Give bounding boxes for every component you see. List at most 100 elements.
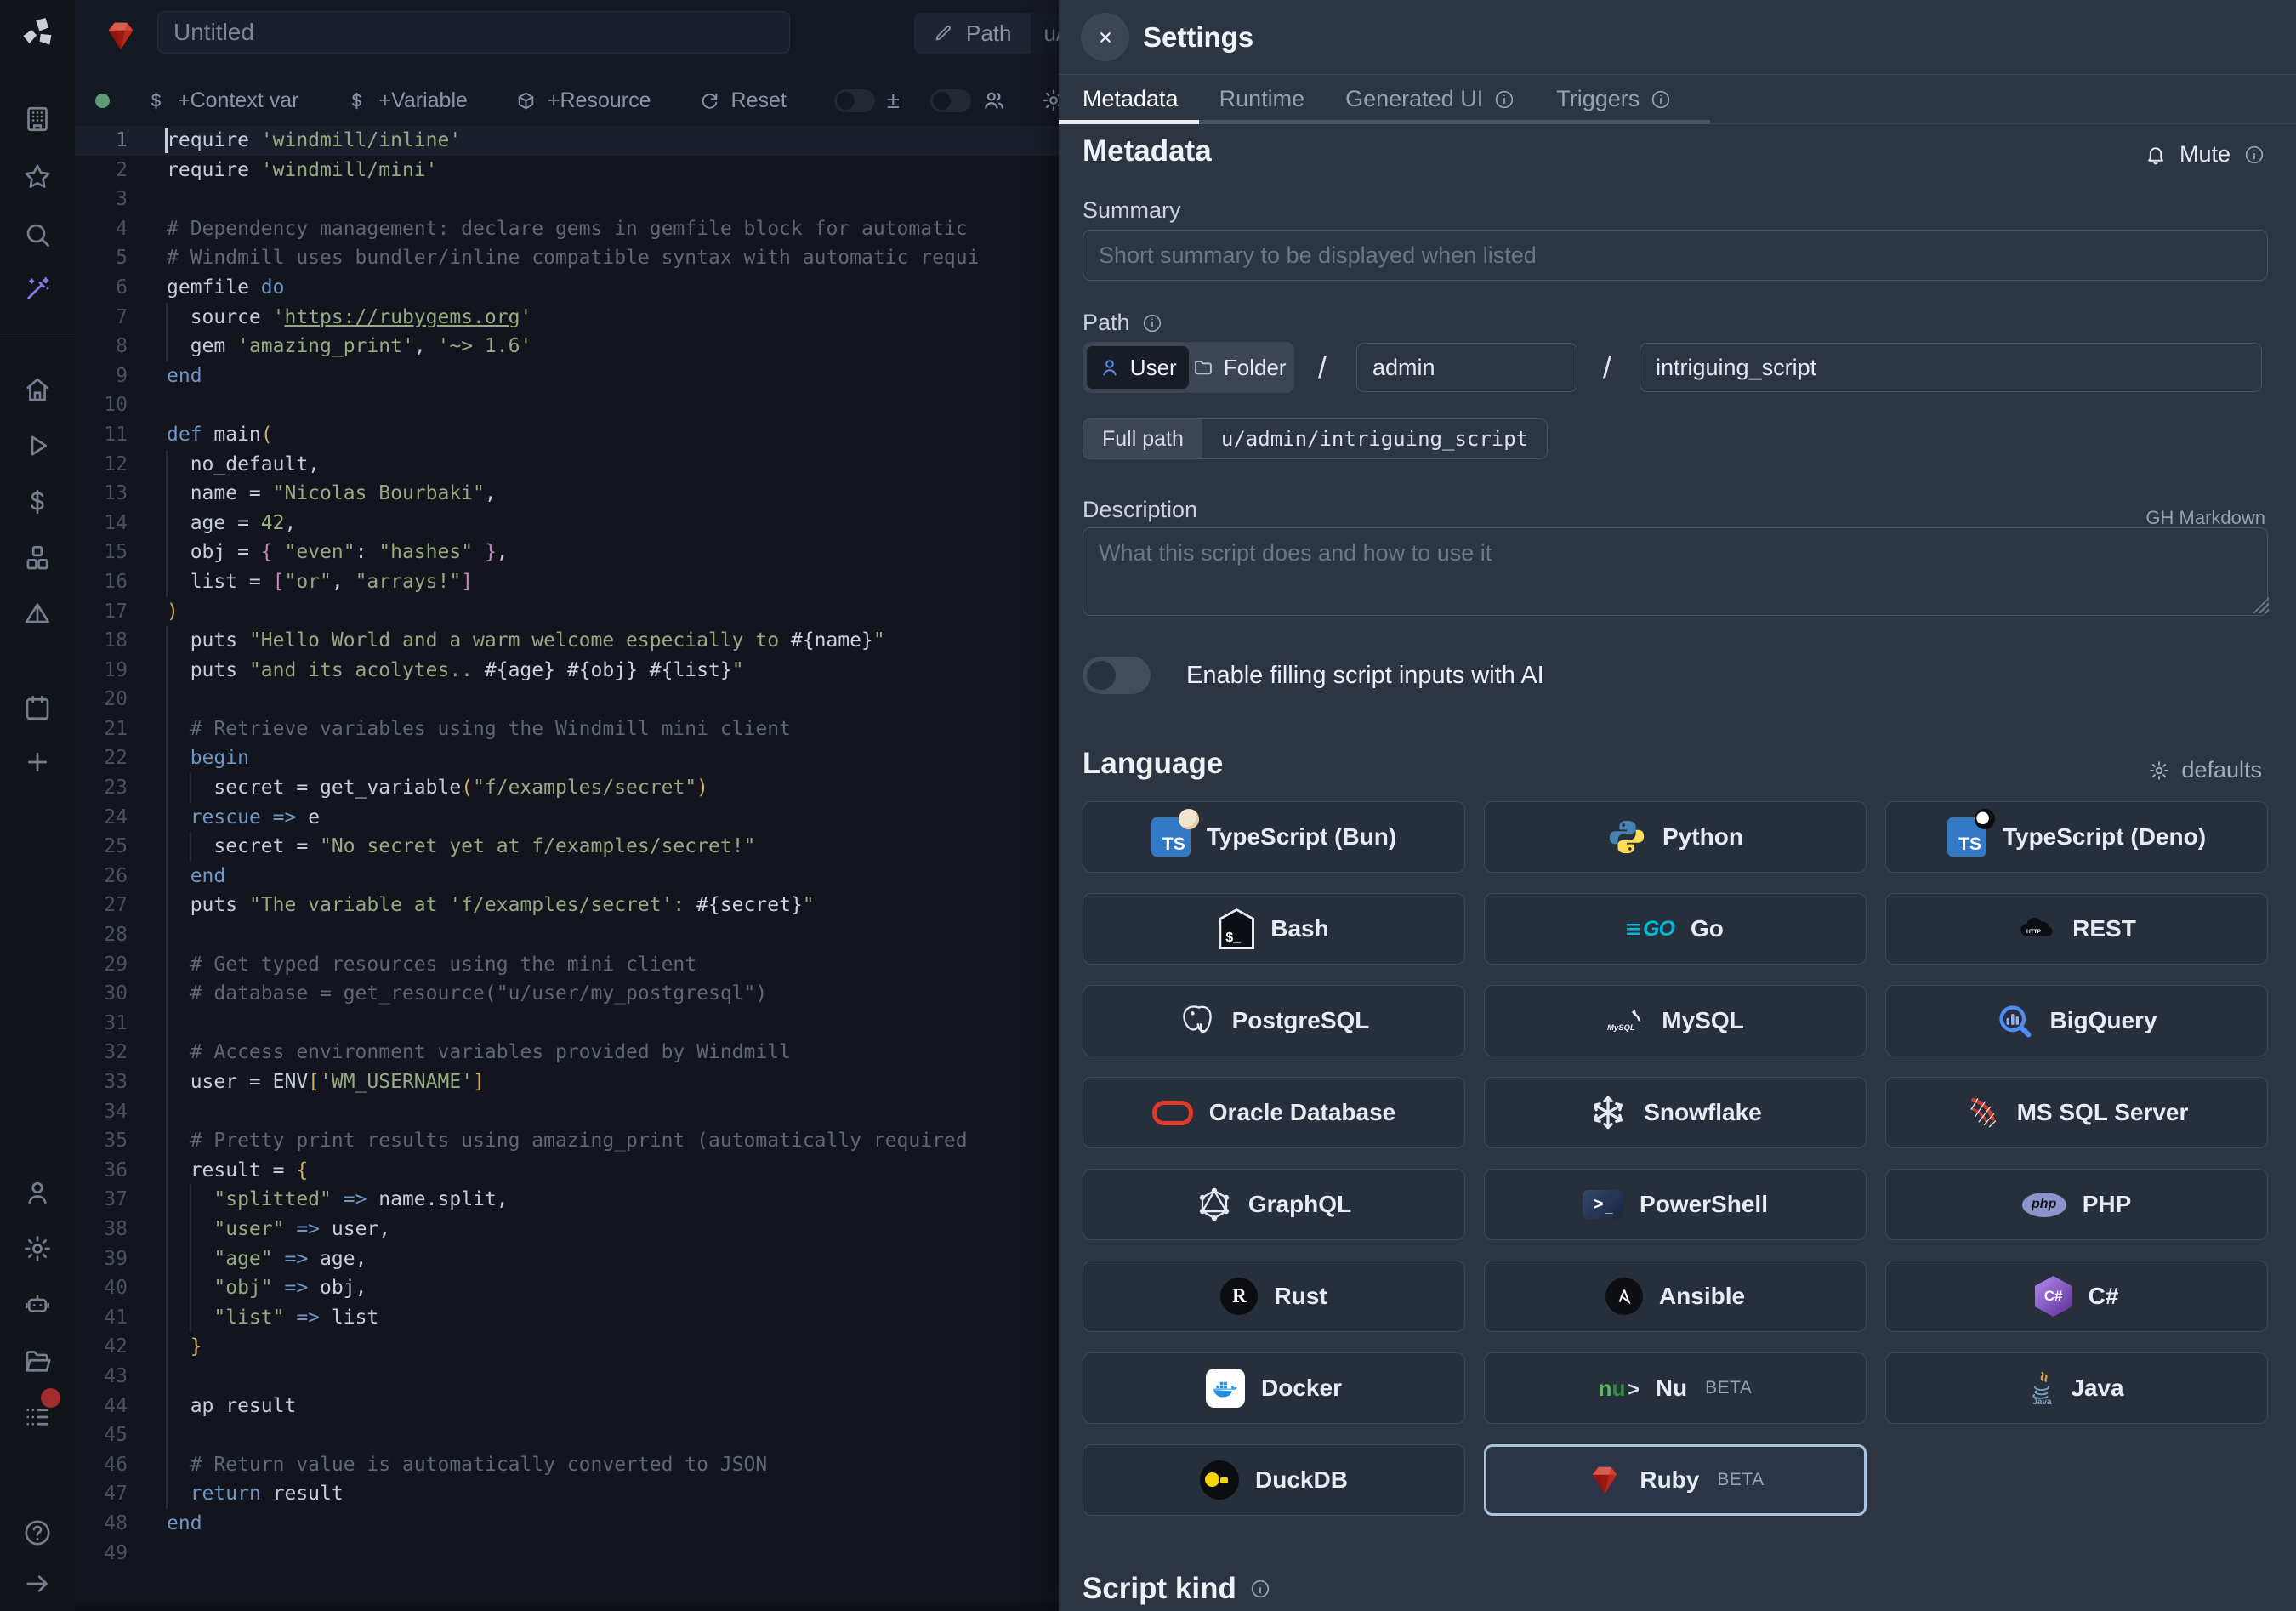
sidebar-item-star-icon[interactable] bbox=[22, 162, 53, 192]
language-card-bash[interactable]: $_Bash bbox=[1083, 893, 1465, 965]
toolbar-reset-button[interactable]: Reset bbox=[699, 88, 787, 113]
owner-kind-user[interactable]: User bbox=[1087, 346, 1189, 389]
code-line[interactable]: 19 puts "and its acolytes.. #{age} #{obj… bbox=[75, 656, 1059, 686]
code-line[interactable]: 18 puts "Hello World and a warm welcome … bbox=[75, 626, 1059, 656]
tab-triggers[interactable]: Triggers bbox=[1556, 86, 1672, 112]
gear-icon[interactable] bbox=[1041, 88, 1059, 113]
code-line[interactable]: 6gemfile do bbox=[75, 273, 1059, 303]
code-line[interactable]: 40 "obj" => obj, bbox=[75, 1273, 1059, 1303]
summary-input[interactable] bbox=[1083, 230, 2268, 281]
language-card-java[interactable]: JavaJava bbox=[1885, 1352, 2268, 1424]
code-line[interactable]: 37 "splitted" => name.split, bbox=[75, 1185, 1059, 1215]
code-line[interactable]: 4# Dependency management: declare gems i… bbox=[75, 214, 1059, 244]
code-line[interactable]: 5# Windmill uses bundler/inline compatib… bbox=[75, 243, 1059, 273]
sidebar-item-dollar-icon[interactable] bbox=[22, 487, 53, 517]
code-line[interactable]: 44 ap result bbox=[75, 1392, 1059, 1421]
code-line[interactable]: 8 gem 'amazing_print', '~> 1.6' bbox=[75, 332, 1059, 361]
mute-control[interactable]: Mute bbox=[2145, 141, 2265, 168]
code-line[interactable]: 41 "list" => list bbox=[75, 1303, 1059, 1333]
language-card-bigquery[interactable]: BigQuery bbox=[1885, 985, 2268, 1056]
path-owner-input[interactable] bbox=[1356, 343, 1577, 392]
tab-runtime[interactable]: Runtime bbox=[1219, 86, 1305, 112]
sidebar-item-folder-open-icon[interactable] bbox=[22, 1346, 53, 1376]
sidebar-item-arrow-right-icon[interactable] bbox=[22, 1568, 53, 1599]
sidebar-item-user-icon[interactable] bbox=[22, 1177, 53, 1208]
code-line[interactable]: 9end bbox=[75, 361, 1059, 391]
code-line[interactable]: 48end bbox=[75, 1509, 1059, 1539]
code-line[interactable]: 31 bbox=[75, 1009, 1059, 1039]
language-card-rust[interactable]: RRust bbox=[1083, 1261, 1465, 1332]
sidebar-item-play-icon[interactable] bbox=[22, 430, 53, 461]
code-line[interactable]: 10 bbox=[75, 390, 1059, 420]
language-card-docker[interactable]: Docker bbox=[1083, 1352, 1465, 1424]
code-editor[interactable]: 1require 'windmill/inline'2require 'wind… bbox=[75, 126, 1059, 1602]
code-line[interactable]: 15 obj = { "even": "hashes" }, bbox=[75, 538, 1059, 567]
code-line[interactable]: 46 # Return value is automatically conve… bbox=[75, 1450, 1059, 1480]
owner-kind-folder[interactable]: Folder bbox=[1189, 346, 1291, 389]
language-card-ms-sql-server[interactable]: MS SQL Server bbox=[1885, 1077, 2268, 1148]
code-line[interactable]: 24 rescue => e bbox=[75, 803, 1059, 833]
code-line[interactable]: 14 age = 42, bbox=[75, 509, 1059, 538]
close-icon[interactable] bbox=[1081, 13, 1129, 61]
code-line[interactable]: 23 secret = get_variable("f/examples/sec… bbox=[75, 773, 1059, 803]
language-card-ruby[interactable]: RubyBETA bbox=[1484, 1444, 1867, 1516]
code-line[interactable]: 39 "age" => age, bbox=[75, 1244, 1059, 1274]
tab-metadata[interactable]: Metadata bbox=[1083, 86, 1179, 112]
code-line[interactable]: 17) bbox=[75, 597, 1059, 627]
language-card-graphql[interactable]: GraphQL bbox=[1083, 1169, 1465, 1240]
language-card-powershell[interactable]: >_PowerShell bbox=[1484, 1169, 1867, 1240]
code-line[interactable]: 35 # Pretty print results using amazing_… bbox=[75, 1126, 1059, 1156]
sidebar-item-home-icon[interactable] bbox=[22, 374, 53, 405]
language-card-go[interactable]: GOGo bbox=[1484, 893, 1867, 965]
language-card-typescript-bun-[interactable]: TSTypeScript (Bun) bbox=[1083, 801, 1465, 873]
sidebar-item-magic-wand-icon[interactable] bbox=[22, 274, 53, 305]
toolbar--variable-button[interactable]: +Variable bbox=[346, 88, 467, 113]
language-card-nu[interactable]: nu>NuBETA bbox=[1484, 1352, 1867, 1424]
code-line[interactable]: 7 source 'https://rubygems.org' bbox=[75, 303, 1059, 333]
language-card-php[interactable]: phpPHP bbox=[1885, 1169, 2268, 1240]
code-line[interactable]: 11def main( bbox=[75, 420, 1059, 450]
ai-fill-toggle[interactable] bbox=[1083, 657, 1151, 694]
code-line[interactable]: 3 bbox=[75, 185, 1059, 214]
description-textarea[interactable] bbox=[1083, 527, 2268, 616]
tab-generated-ui[interactable]: Generated UI bbox=[1345, 86, 1515, 112]
sidebar-item-building-icon[interactable] bbox=[22, 104, 53, 134]
code-line[interactable]: 32 # Access environment variables provid… bbox=[75, 1038, 1059, 1067]
sidebar-item-cubes-icon[interactable] bbox=[22, 543, 53, 573]
language-card-c-[interactable]: C#C# bbox=[1885, 1261, 2268, 1332]
code-line[interactable]: 42 } bbox=[75, 1332, 1059, 1362]
path-name-input[interactable] bbox=[1640, 343, 2262, 392]
path-button[interactable]: Path u/a bbox=[914, 13, 1059, 54]
code-line[interactable]: 43 bbox=[75, 1362, 1059, 1392]
code-line[interactable]: 16 list = ["or", "arrays!"] bbox=[75, 567, 1059, 597]
code-line[interactable]: 30 # database = get_resource("u/user/my_… bbox=[75, 979, 1059, 1009]
sidebar-item-robot-icon[interactable] bbox=[22, 1289, 53, 1320]
code-line[interactable]: 13 name = "Nicolas Bourbaki", bbox=[75, 479, 1059, 509]
code-line[interactable]: 28 bbox=[75, 920, 1059, 950]
diff-toggle[interactable] bbox=[834, 89, 875, 112]
code-line[interactable]: 12 no_default, bbox=[75, 450, 1059, 480]
code-line[interactable]: 36 result = { bbox=[75, 1156, 1059, 1186]
sidebar-item-calendar-icon[interactable] bbox=[22, 692, 53, 723]
code-line[interactable]: 34 bbox=[75, 1097, 1059, 1127]
language-card-ansible[interactable]: Ansible bbox=[1484, 1261, 1867, 1332]
language-card-mysql[interactable]: MySQLMySQL bbox=[1484, 985, 1867, 1056]
code-line[interactable]: 26 end bbox=[75, 862, 1059, 891]
language-card-rest[interactable]: HTTPREST bbox=[1885, 893, 2268, 965]
code-line[interactable]: 38 "user" => user, bbox=[75, 1215, 1059, 1244]
toolbar--context-var-button[interactable]: +Context var bbox=[145, 88, 298, 113]
sidebar-item-plus-icon[interactable] bbox=[22, 747, 53, 777]
toolbar--resource-button[interactable]: +Resource bbox=[515, 88, 651, 113]
multiplayer-toggle[interactable] bbox=[930, 89, 971, 112]
code-line[interactable]: 49 bbox=[75, 1539, 1059, 1568]
sidebar-item-pyramid-icon[interactable] bbox=[22, 599, 53, 629]
code-line[interactable]: 27 puts "The variable at 'f/examples/sec… bbox=[75, 891, 1059, 920]
code-line[interactable]: 1require 'windmill/inline' bbox=[75, 126, 1059, 156]
code-line[interactable]: 20 bbox=[75, 685, 1059, 714]
code-line[interactable]: 2require 'windmill/mini' bbox=[75, 156, 1059, 185]
code-line[interactable]: 21 # Retrieve variables using the Windmi… bbox=[75, 714, 1059, 744]
sidebar-item-gear-icon[interactable] bbox=[22, 1233, 53, 1264]
language-card-oracle-database[interactable]: Oracle Database bbox=[1083, 1077, 1465, 1148]
language-defaults-button[interactable]: defaults bbox=[2148, 757, 2262, 783]
sidebar-item-help-icon[interactable] bbox=[22, 1517, 53, 1548]
